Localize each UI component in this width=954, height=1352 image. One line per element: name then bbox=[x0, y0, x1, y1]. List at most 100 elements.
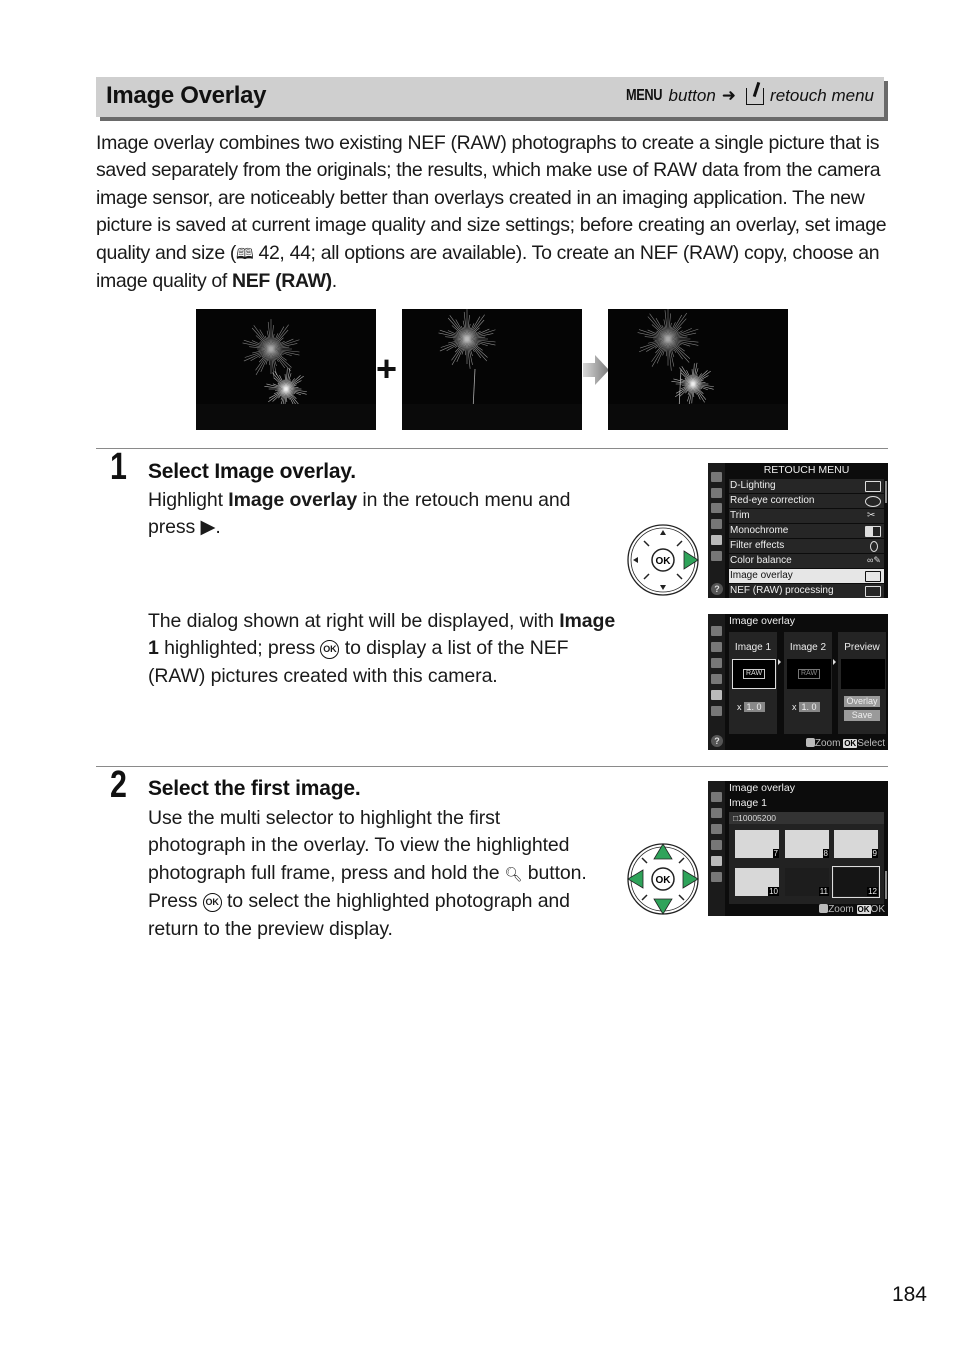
picker-subtitle: Image 1 bbox=[729, 797, 767, 809]
thumbnail-10[interactable]: 10 bbox=[735, 868, 779, 896]
retouch-tab-icon[interactable] bbox=[711, 856, 722, 866]
raw-processing-icon bbox=[865, 586, 881, 597]
overlay-button[interactable]: Overlay bbox=[844, 696, 880, 707]
arrow-right-icon bbox=[833, 659, 836, 665]
fireworks-3-graphic bbox=[608, 309, 788, 430]
ok-icon: OK bbox=[843, 739, 858, 748]
menu-item-label: Red-eye correction bbox=[730, 495, 815, 506]
thumbnail-7[interactable]: 7 bbox=[735, 830, 779, 858]
overlay-dialog-screen: ? Image overlay Image 1 RAW x 1. 0 Image … bbox=[708, 614, 888, 750]
step-1-title: Select Image overlay. bbox=[148, 460, 356, 484]
menu-item-trim[interactable]: Trim ✂ bbox=[729, 509, 884, 524]
thumb-number: 12 bbox=[867, 887, 878, 896]
ok-icon: OK bbox=[856, 905, 871, 914]
firework-spark bbox=[675, 383, 694, 398]
menu-item-d-lighting[interactable]: D-Lighting bbox=[729, 479, 884, 494]
image-picker-screen: Image overlay Image 1 □10005200 7 8 9 10… bbox=[708, 781, 888, 916]
ok-button-icon: OK bbox=[320, 640, 340, 660]
multi-selector-right-icon: OK bbox=[627, 524, 699, 596]
dialog-footer: Zoom OKSelect bbox=[805, 738, 885, 749]
text: The dialog shown at right will be displa… bbox=[148, 610, 560, 632]
gain-value: 1. 0 bbox=[743, 702, 765, 712]
plus-sign: + bbox=[376, 348, 398, 389]
camera-tab-icon[interactable] bbox=[711, 642, 722, 652]
preview-panel[interactable]: Preview Overlay Save bbox=[838, 632, 886, 734]
thumbnail-11[interactable]: 11 bbox=[785, 868, 829, 896]
image-1-slot[interactable]: RAW bbox=[732, 659, 776, 689]
scrollbar[interactable] bbox=[885, 481, 887, 503]
dialog-title: Image overlay bbox=[729, 615, 795, 627]
ok-button-icon: OK bbox=[202, 893, 222, 913]
thumbnail-9[interactable]: 9 bbox=[834, 830, 878, 858]
pencil-tab-icon[interactable] bbox=[711, 824, 722, 834]
menu-item-monochrome[interactable]: Monochrome bbox=[729, 524, 884, 539]
divider bbox=[96, 766, 888, 767]
color-balance-icon: ∞✎ bbox=[867, 555, 881, 565]
save-button[interactable]: Save bbox=[844, 710, 880, 721]
menu-item-label: Color balance bbox=[730, 555, 792, 566]
menu-item-label: D-Lighting bbox=[730, 480, 776, 491]
menu-path: MENU button ➜ retouch menu bbox=[617, 86, 874, 106]
menu-item-filter-effects[interactable]: Filter effects bbox=[729, 539, 884, 554]
gain-control[interactable]: x 1. 0 bbox=[792, 702, 820, 712]
menu-item-image-overlay[interactable]: Image overlay bbox=[729, 569, 884, 584]
menu-title: RETOUCH MENU bbox=[763, 464, 850, 476]
thumbnail-8[interactable]: 8 bbox=[785, 830, 829, 858]
recent-tab-icon[interactable] bbox=[711, 872, 722, 882]
wrench-tab-icon[interactable] bbox=[711, 674, 722, 684]
camera-tab-icon[interactable] bbox=[711, 488, 722, 498]
retouch-tab-icon[interactable] bbox=[711, 690, 722, 700]
thumb-number: 11 bbox=[818, 887, 829, 896]
picker-title: Image overlay bbox=[729, 782, 795, 794]
gain-control[interactable]: x 1. 0 bbox=[737, 702, 765, 712]
menu-item-nef-raw-processing[interactable]: NEF (RAW) processing bbox=[729, 584, 884, 598]
menu-item-red-eye[interactable]: Red-eye correction bbox=[729, 494, 884, 509]
book-icon: 🕮 bbox=[236, 245, 254, 263]
gain-prefix: x bbox=[792, 702, 797, 712]
wrench-tab-icon[interactable] bbox=[711, 840, 722, 850]
fireworks-image-2 bbox=[402, 309, 582, 430]
menu-item-color-balance[interactable]: Color balance ∞✎ bbox=[729, 554, 884, 569]
image-1-panel[interactable]: Image 1 RAW x 1. 0 bbox=[729, 632, 777, 734]
button-word: button bbox=[668, 86, 716, 105]
d-lighting-icon bbox=[865, 481, 881, 492]
playback-tab-icon[interactable] bbox=[711, 626, 722, 636]
wrench-tab-icon[interactable] bbox=[711, 519, 722, 529]
pencil-tab-icon[interactable] bbox=[711, 503, 722, 513]
gain-prefix: x bbox=[737, 702, 742, 712]
retouch-menu-label: retouch menu bbox=[770, 86, 874, 105]
playback-tab-icon[interactable] bbox=[711, 472, 722, 482]
zoom-icon bbox=[819, 904, 829, 913]
fireworks-image-1 bbox=[196, 309, 376, 430]
image-2-slot[interactable]: RAW bbox=[787, 659, 831, 689]
pencil-tab-icon[interactable] bbox=[711, 658, 722, 668]
firework-spark bbox=[692, 370, 711, 385]
page-number: 184 bbox=[891, 1283, 927, 1306]
svg-text:OK: OK bbox=[656, 556, 672, 567]
raw-badge: RAW bbox=[743, 669, 766, 679]
thumbnail-12[interactable]: 12 bbox=[832, 866, 880, 898]
image-2-panel[interactable]: Image 2 RAW x 1. 0 bbox=[784, 632, 832, 734]
retouch-menu-icon bbox=[746, 87, 765, 105]
menu-item-label: Filter effects bbox=[730, 540, 785, 551]
divider bbox=[96, 448, 888, 449]
svg-text:OK: OK bbox=[656, 875, 672, 886]
retouch-tab-icon[interactable] bbox=[711, 535, 722, 545]
camera-tab-icon[interactable] bbox=[711, 808, 722, 818]
gain-value: 1. 0 bbox=[798, 702, 820, 712]
recent-tab-icon[interactable] bbox=[711, 706, 722, 716]
playback-tab-icon[interactable] bbox=[711, 792, 722, 802]
menu-tabs: ? bbox=[708, 463, 725, 598]
scrollbar[interactable] bbox=[885, 871, 887, 899]
burst-group bbox=[637, 309, 714, 406]
multi-selector-all-directions-icon: OK bbox=[627, 843, 699, 915]
zoom-label: Zoom bbox=[814, 738, 841, 749]
recent-tab-icon[interactable] bbox=[711, 551, 722, 561]
ok-label: OK bbox=[870, 904, 885, 915]
intro-paragraph: Image overlay combines two existing NEF … bbox=[96, 130, 896, 295]
thumb-number: 10 bbox=[768, 887, 779, 896]
title-prefix: Select bbox=[148, 460, 215, 483]
picker-footer: Zoom OKOK bbox=[819, 904, 885, 915]
arrow-icon: ➜ bbox=[721, 86, 737, 105]
step-2-title: Select the first image. bbox=[148, 777, 361, 800]
